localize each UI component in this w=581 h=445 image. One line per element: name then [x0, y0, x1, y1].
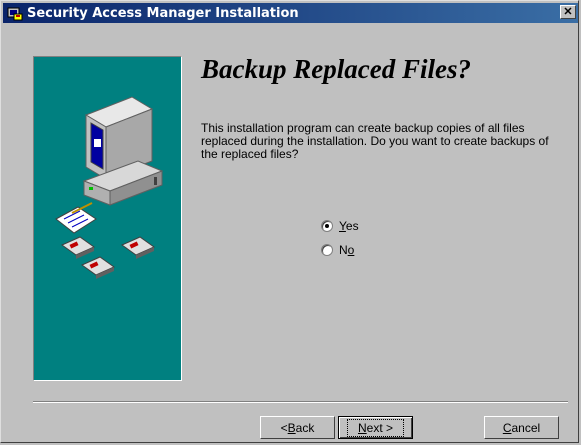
radio-yes-label[interactable]: Yes	[339, 219, 359, 233]
computer-illustration	[55, 96, 164, 279]
installer-icon	[7, 7, 23, 21]
window-title: Security Access Manager Installation	[27, 5, 299, 21]
installer-window: Security Access Manager Installation ✕ B…	[0, 0, 579, 443]
page-description: This installation program can create bac…	[201, 121, 549, 161]
page-heading: Backup Replaced Files?	[201, 54, 471, 84]
radio-yes-indicator[interactable]	[321, 220, 333, 232]
floppy-disk-icon	[60, 236, 156, 279]
radio-no-indicator[interactable]	[321, 244, 333, 256]
close-icon: ✕	[563, 6, 573, 18]
radio-no[interactable]: No	[321, 243, 354, 257]
back-button[interactable]: < Back	[260, 416, 335, 439]
next-button[interactable]: Next >	[338, 416, 413, 439]
close-button[interactable]: ✕	[560, 5, 576, 19]
title-bar[interactable]: Security Access Manager Installation ✕	[3, 3, 578, 23]
button-separator	[33, 401, 568, 403]
radio-yes[interactable]: Yes	[321, 219, 359, 233]
computer-icon	[82, 96, 164, 206]
cancel-button[interactable]: Cancel	[484, 416, 559, 439]
radio-no-label[interactable]: No	[339, 243, 354, 257]
illustration-panel	[33, 56, 182, 381]
notepad-icon	[55, 202, 97, 234]
